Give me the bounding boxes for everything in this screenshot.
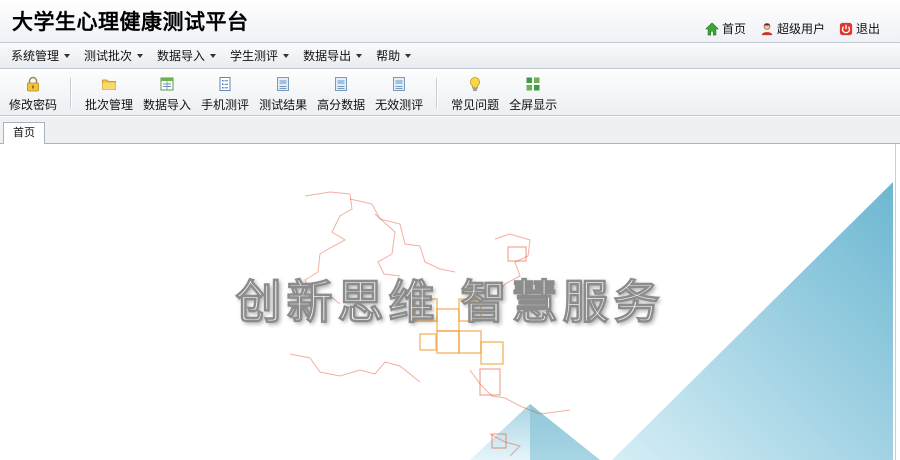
chevron-down-icon: [283, 53, 290, 58]
menu-system-label: 系统管理: [11, 49, 60, 63]
app-header: 大学生心理健康测试平台 首页 超级用户 退出: [0, 0, 900, 43]
chevron-down-icon: [356, 53, 363, 58]
app-title: 大学生心理健康测试平台: [12, 10, 249, 34]
menu-export[interactable]: 数据导出: [296, 47, 369, 64]
document-icon: [393, 77, 406, 91]
header-links: 首页 超级用户 退出: [705, 20, 880, 37]
batch-management-label: 批次管理: [85, 98, 134, 112]
batch-management-button[interactable]: 批次管理: [80, 70, 138, 113]
logout-link-label: 退出: [855, 22, 880, 36]
fullscreen-icon: [526, 77, 540, 91]
menu-batches[interactable]: 测试批次: [77, 47, 150, 64]
menu-assessment[interactable]: 学生测评: [223, 47, 296, 64]
user-icon: [761, 22, 773, 35]
phone-icon: [219, 77, 231, 91]
chevron-down-icon: [137, 53, 144, 58]
home-link[interactable]: 首页: [705, 20, 746, 37]
change-password-label: 修改密码: [9, 98, 58, 112]
change-password-button[interactable]: 修改密码: [4, 70, 62, 113]
toolbar-separator: [70, 78, 73, 108]
lock-icon: [27, 76, 39, 92]
menu-help-label: 帮助: [376, 49, 401, 63]
chevron-down-icon: [405, 53, 412, 58]
menu-batches-label: 测试批次: [84, 49, 133, 63]
logout-link[interactable]: 退出: [839, 20, 880, 37]
fullscreen-button[interactable]: 全屏显示: [504, 70, 562, 113]
document-icon: [335, 77, 348, 91]
content-area: 创新思维 智慧服务: [0, 144, 900, 460]
mobile-assessment-button[interactable]: 手机测评: [196, 70, 254, 113]
menu-system[interactable]: 系统管理: [4, 47, 77, 64]
menu-import-label: 数据导入: [157, 49, 206, 63]
invalid-assessment-label: 无效测评: [375, 98, 424, 112]
toolbar: 修改密码 批次管理 数据导入 手机测评 测试结果 高分数据 无效测评 常见问题 …: [0, 70, 900, 116]
power-icon: [839, 22, 853, 35]
high-score-data-button[interactable]: 高分数据: [312, 70, 370, 113]
mobile-assessment-label: 手机测评: [201, 98, 250, 112]
test-results-label: 测试结果: [259, 98, 308, 112]
import-icon: [160, 77, 174, 91]
data-import-button[interactable]: 数据导入: [138, 70, 196, 113]
tab-home[interactable]: 首页: [3, 122, 45, 144]
menu-assessment-label: 学生测评: [230, 49, 279, 63]
menu-export-label: 数据导出: [303, 49, 352, 63]
content-right-border: [895, 144, 896, 460]
menubar: 系统管理 测试批次 数据导入 学生测评 数据导出 帮助: [0, 43, 900, 69]
toolbar-separator: [436, 78, 439, 108]
fullscreen-label: 全屏显示: [509, 98, 558, 112]
chevron-down-icon: [64, 53, 71, 58]
tab-strip: 首页: [0, 117, 900, 144]
home-link-label: 首页: [721, 22, 746, 36]
user-link[interactable]: 超级用户: [760, 20, 825, 37]
test-results-button[interactable]: 测试结果: [254, 70, 312, 113]
faq-button[interactable]: 常见问题: [446, 70, 504, 113]
chevron-down-icon: [210, 53, 217, 58]
home-icon: [705, 21, 719, 35]
document-icon: [277, 77, 290, 91]
menu-import[interactable]: 数据导入: [150, 47, 223, 64]
user-link-label: 超级用户: [776, 22, 825, 36]
data-import-label: 数据导入: [143, 98, 192, 112]
bulb-icon: [470, 77, 481, 91]
invalid-assessment-button[interactable]: 无效测评: [370, 70, 428, 113]
high-score-data-label: 高分数据: [317, 98, 366, 112]
menu-help[interactable]: 帮助: [369, 47, 418, 64]
faq-label: 常见问题: [451, 98, 500, 112]
slogan-text: 创新思维 智慧服务: [235, 275, 665, 330]
folder-icon: [102, 79, 116, 90]
